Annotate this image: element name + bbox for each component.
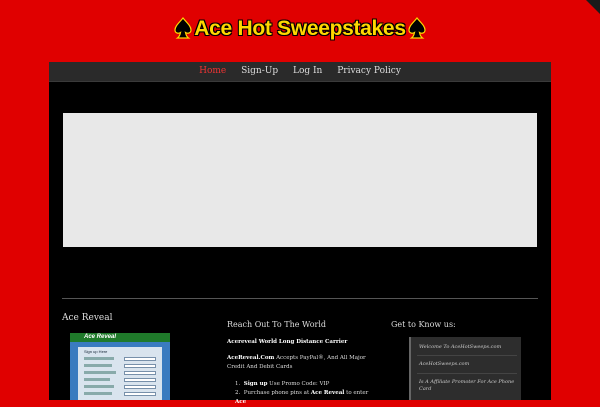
ace-reveal-screenshot[interactable]: Ace Reveal Sign up Here — [70, 333, 170, 400]
step-2: 2. Purchase phone pins at Ace Reveal to … — [235, 390, 369, 405]
thumb-label — [84, 364, 112, 367]
widget-title-reach-out: Reach Out To The World — [227, 320, 327, 329]
thumb-field — [124, 378, 156, 382]
spade-icon — [408, 17, 426, 39]
acereveal-link[interactable]: AceReveal.Com — [227, 355, 274, 361]
site-logo[interactable]: Ace Hot Sweepstakes — [0, 17, 600, 41]
steps-list: 1. Sign up Use Promo Code: VIP 2. Purcha… — [235, 380, 375, 407]
nav-sign-up[interactable]: Sign-Up — [235, 62, 284, 80]
content-area: Home Sign-Up Log In Privacy Policy Ace R… — [49, 62, 551, 405]
section-divider — [62, 298, 538, 299]
carrier-heading: Acereveal World Long Distance Carrier — [227, 338, 377, 347]
widget-title-get-to-know: Get to Know us: — [391, 320, 456, 329]
image-slider[interactable] — [63, 113, 537, 247]
about-item-welcome: Welcome To AceHotSweeps.com — [419, 344, 502, 350]
site-header: Ace Hot Sweepstakes — [0, 0, 600, 62]
main-nav: Home Sign-Up Log In Privacy Policy — [49, 62, 551, 82]
payment-paragraph: AceReveal.Com Accepts PayPal®, And All M… — [227, 354, 377, 372]
thumb-signup-form: Sign up Here — [78, 347, 162, 400]
nav-log-in[interactable]: Log In — [287, 62, 328, 80]
thumb-field — [124, 392, 156, 396]
nav-privacy-policy[interactable]: Privacy Policy — [331, 62, 407, 80]
about-divider — [417, 373, 517, 374]
spade-icon — [174, 17, 192, 39]
about-item-site: AceHotSweeps.com — [419, 361, 470, 367]
about-item-affiliate: Is A Affiliate Promoter For Ace Phone Ca… — [419, 379, 515, 392]
nav-home[interactable]: Home — [193, 62, 232, 80]
thumb-label — [84, 385, 114, 388]
step-1: 1. Sign up Use Promo Code: VIP — [235, 381, 330, 387]
ace-reveal-link[interactable]: Ace Reveal — [311, 390, 344, 396]
widget-title-ace-reveal: Ace Reveal — [62, 313, 113, 323]
sign-up-link[interactable]: Sign up — [244, 381, 268, 387]
thumb-field — [124, 371, 156, 375]
thumb-field — [124, 357, 156, 361]
thumb-label — [84, 378, 110, 381]
thumb-field — [124, 385, 156, 389]
thumb-label — [84, 392, 112, 395]
thumb-label — [84, 357, 114, 360]
step-2-tail: to enter — [344, 390, 369, 396]
thumb-form-title: Sign up Here — [84, 349, 108, 354]
step-1-text: Use Promo Code: VIP — [267, 381, 330, 387]
step-2-text: Purchase phone pins at — [243, 390, 311, 396]
about-divider — [417, 355, 517, 356]
site-title: Ace Hot Sweepstakes — [194, 17, 406, 40]
about-box: Welcome To AceHotSweeps.com AceHotSweeps… — [409, 337, 521, 400]
thumb-field — [124, 364, 156, 368]
thumb-label — [84, 371, 116, 374]
thumb-title: Ace Reveal — [84, 334, 117, 340]
corner-ribbon[interactable] — [586, 0, 600, 14]
carrier-heading-text: Acereveal World Long Distance Carrier — [227, 339, 348, 345]
